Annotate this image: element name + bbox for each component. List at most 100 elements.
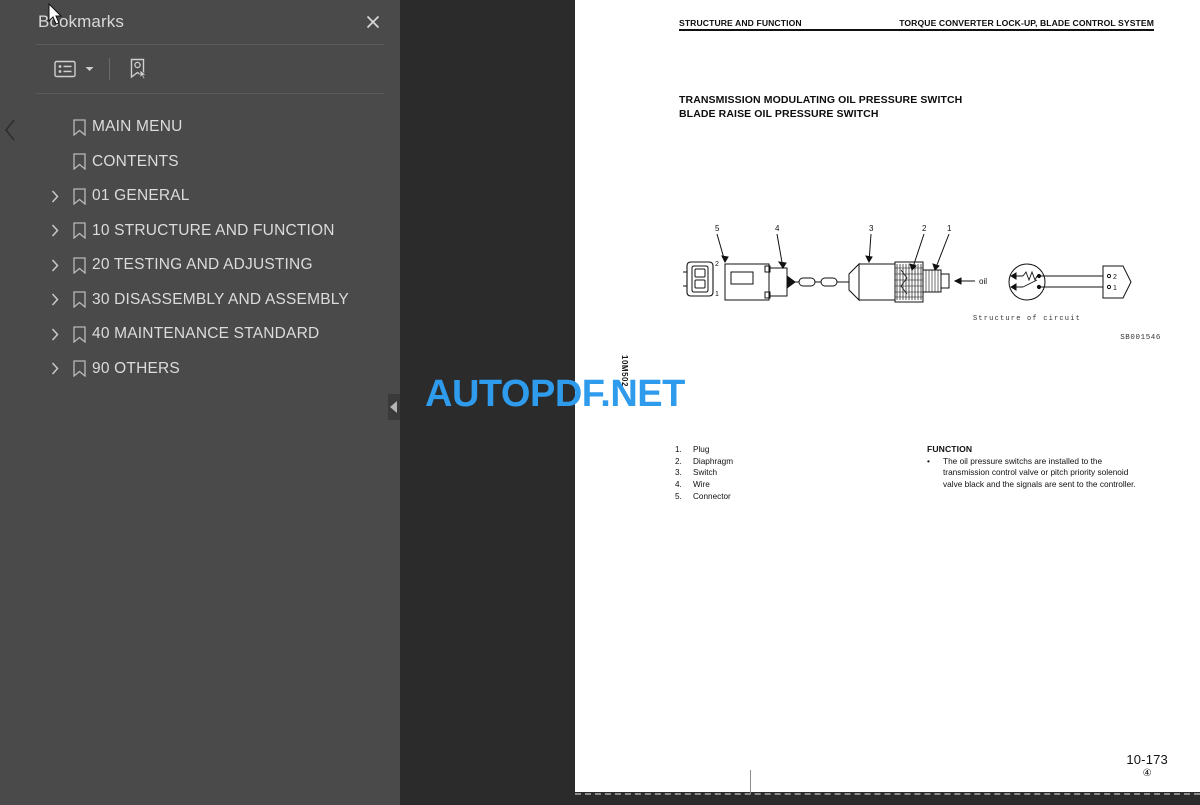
expand-toggle[interactable]: [44, 293, 66, 306]
page-edge-marker: [750, 770, 751, 794]
bookmark-item-10-structure-and-function[interactable]: 10 STRUCTURE AND FUNCTION: [20, 214, 400, 249]
svg-text:1: 1: [1113, 285, 1117, 292]
figure-id-label: SB001546: [1120, 334, 1161, 342]
left-collapse-rail[interactable]: [0, 0, 20, 805]
close-icon: [366, 15, 380, 29]
title-line-1: TRANSMISSION MODULATING OIL PRESSURE SWI…: [679, 94, 963, 106]
bookmark-icon: [66, 291, 92, 309]
function-text: The oil pressure switchs are installed t…: [943, 456, 1136, 489]
bookmark-label: 20 TESTING AND ADJUSTING: [92, 256, 313, 274]
pdf-page: STRUCTURE AND FUNCTION TORQUE CONVERTER …: [575, 0, 1200, 794]
bookmark-list: MAIN MENU CONTENTS 01 GENERAL 10 STRUCTU…: [20, 94, 400, 805]
svg-text:3: 3: [869, 224, 874, 233]
svg-text:1: 1: [715, 291, 719, 298]
triangle-left-icon: [390, 401, 397, 413]
part-number: 5.: [675, 491, 682, 501]
page-title: TRANSMISSION MODULATING OIL PRESSURE SWI…: [679, 94, 962, 121]
bookmark-label: 90 OTHERS: [92, 359, 180, 377]
svg-text:2: 2: [1113, 274, 1117, 281]
part-number: 4.: [675, 480, 682, 490]
parts-legend-row: 4. Wire: [675, 479, 733, 491]
bookmark-icon: [66, 153, 92, 171]
list-options-button[interactable]: [48, 54, 82, 84]
bookmark-item-90-others[interactable]: 90 OTHERS: [20, 352, 400, 387]
chevron-right-icon: [51, 362, 59, 375]
bookmark-item-contents[interactable]: CONTENTS: [20, 145, 400, 180]
sidebar-collapse-handle[interactable]: [388, 394, 400, 420]
bookmark-icon: [66, 119, 92, 136]
part-name: Connector: [693, 491, 731, 501]
chevron-right-icon: [51, 328, 59, 341]
bookmark-item-40-maintenance-standard[interactable]: 40 MAINTENANCE STANDARD: [20, 317, 400, 352]
bookmark-icon: [66, 257, 92, 274]
bullet-icon: •: [927, 456, 930, 466]
find-current-bookmark-button[interactable]: [123, 54, 153, 84]
function-heading: FUNCTION: [927, 444, 973, 454]
svg-text:1: 1: [947, 224, 952, 233]
page-revision-mark: ④: [1142, 768, 1152, 779]
bookmark-icon: [66, 360, 92, 378]
part-number: 2.: [675, 456, 682, 466]
chevron-right-icon: [51, 293, 59, 306]
svg-text:oil: oil: [979, 277, 987, 286]
bookmark-item-30-disassembly-and-assembly[interactable]: 30 DISASSEMBLY AND ASSEMBLY: [20, 283, 400, 318]
expand-toggle[interactable]: [44, 259, 66, 272]
chevron-right-icon: [51, 259, 59, 272]
bookmark-item-20-testing-and-adjusting[interactable]: 20 TESTING AND ADJUSTING: [20, 248, 400, 283]
title-line-2: BLADE RAISE OIL PRESSURE SWITCH: [679, 107, 879, 120]
list-options-caret[interactable]: [82, 66, 96, 72]
panel-title: Bookmarks: [38, 12, 124, 31]
bookmark-icon: [66, 222, 92, 240]
circuit-caption: Structure of circuit: [973, 315, 1081, 323]
parts-legend-row: 2. Diaphragm: [675, 456, 733, 468]
svg-text:2: 2: [922, 224, 927, 233]
pdf-reader-window: Bookmarks MAIN MENU CONTENTS 01 GENERAL …: [0, 0, 1200, 805]
function-section: FUNCTION • The oil pressure switchs are …: [927, 444, 1145, 490]
chevron-right-icon: [51, 190, 59, 203]
part-name: Plug: [693, 445, 710, 454]
bookmark-item-main-menu[interactable]: MAIN MENU: [20, 110, 400, 145]
page-running-head: STRUCTURE AND FUNCTION TORQUE CONVERTER …: [679, 18, 1154, 31]
figure-pressure-switch: 5 4 3 2 1 2 1 oil 2 1 Structure of circu…: [679, 222, 1179, 352]
part-number: 3.: [675, 468, 682, 478]
list-options-icon: [54, 60, 76, 78]
parts-legend: 1. Plug 2. Diaphragm 3. Switch 4. Wire 5…: [675, 444, 733, 503]
expand-toggle[interactable]: [44, 362, 66, 375]
part-name: Diaphragm: [693, 456, 734, 466]
bookmark-icon: [66, 188, 92, 205]
chevron-left-icon[interactable]: [3, 118, 17, 142]
page-number: 10-173 ④: [1126, 752, 1168, 779]
part-name: Wire: [693, 480, 710, 490]
page-side-code: 10M502: [620, 355, 629, 387]
bookmark-label: 40 MAINTENANCE STANDARD: [92, 325, 320, 343]
bookmark-icon: [66, 326, 92, 343]
bookmarks-header: Bookmarks: [20, 0, 400, 44]
expand-toggle[interactable]: [44, 328, 66, 341]
pressure-switch-drawing: 5 4 3 2 1 2 1 oil 2 1 Structure of circu…: [683, 224, 1132, 323]
close-panel-button[interactable]: [360, 9, 386, 35]
bookmark-label: MAIN MENU: [92, 118, 183, 136]
bookmark-label: 30 DISASSEMBLY AND ASSEMBLY: [92, 290, 349, 308]
parts-legend-row: 3. Switch: [675, 467, 733, 479]
parts-legend-row: 1. Plug: [675, 444, 733, 456]
bookmarks-toolbar: [20, 45, 400, 93]
svg-text:2: 2: [715, 261, 719, 268]
part-name: Switch: [693, 468, 718, 478]
header-topic-label: TORQUE CONVERTER LOCK-UP, BLADE CONTROL …: [899, 18, 1154, 28]
bookmark-label: 01 GENERAL: [92, 187, 190, 205]
parts-legend-row: 5. Connector: [675, 491, 733, 503]
toolbar-separator: [109, 58, 110, 80]
document-viewer[interactable]: STRUCTURE AND FUNCTION TORQUE CONVERTER …: [400, 0, 1200, 805]
bookmark-label: 10 STRUCTURE AND FUNCTION: [92, 221, 335, 239]
expand-toggle[interactable]: [44, 224, 66, 237]
svg-text:4: 4: [775, 224, 780, 233]
expand-toggle[interactable]: [44, 190, 66, 203]
bookmark-label: CONTENTS: [92, 152, 179, 170]
chevron-down-icon: [85, 67, 93, 71]
svg-text:5: 5: [715, 224, 720, 233]
chevron-right-icon: [51, 224, 59, 237]
bookmark-find-icon: [130, 58, 148, 80]
bookmark-item-01-general[interactable]: 01 GENERAL: [20, 179, 400, 214]
header-section-label: STRUCTURE AND FUNCTION: [679, 18, 802, 28]
function-body: • The oil pressure switchs are installed…: [927, 456, 1145, 490]
